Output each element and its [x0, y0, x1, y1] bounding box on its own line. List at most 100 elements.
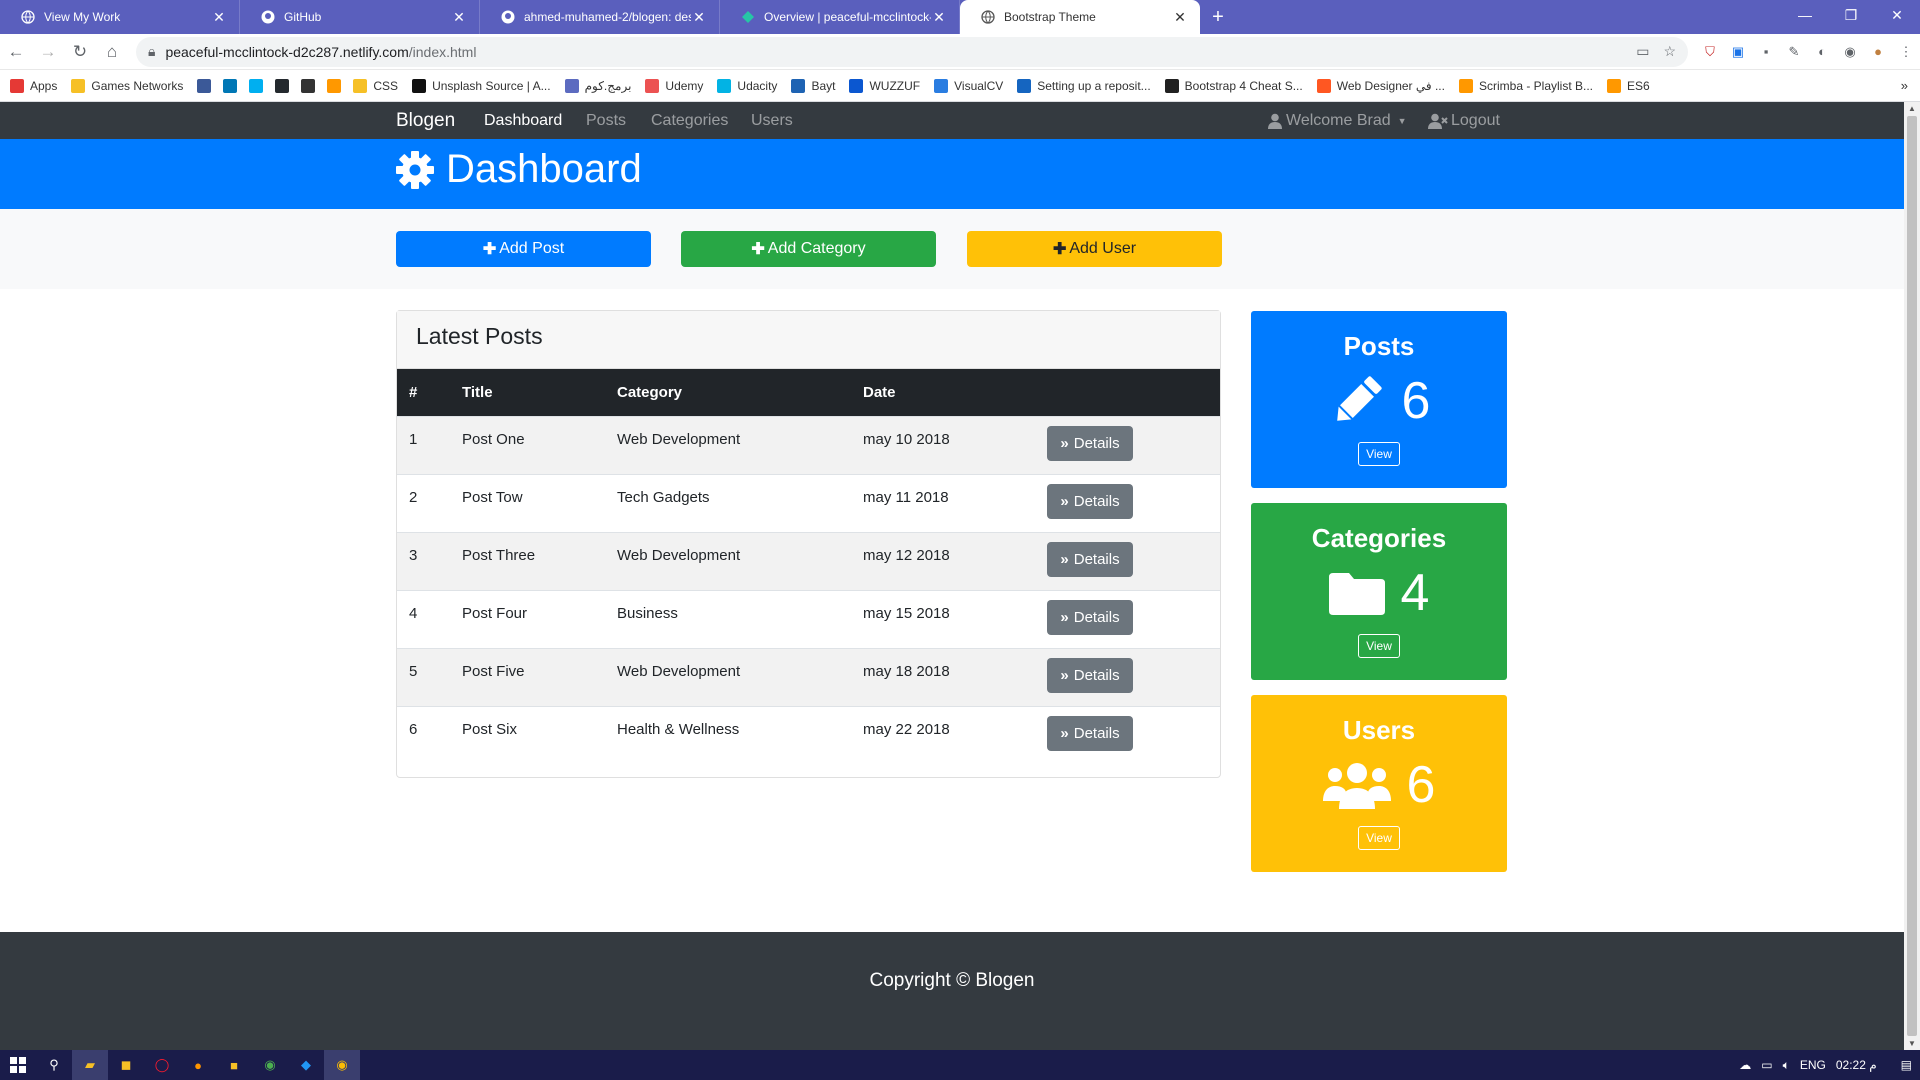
- address-bar[interactable]: 🔒︎ peaceful-mcclintock-d2c287.netlify.co…: [136, 36, 1688, 67]
- close-tab-icon[interactable]: ✕: [211, 9, 227, 26]
- add-category-button[interactable]: ✚ Add Category: [681, 231, 936, 267]
- close-tab-icon[interactable]: ✕: [1172, 9, 1188, 26]
- details-button[interactable]: » Details: [1047, 715, 1133, 751]
- post-number: 5: [397, 647, 462, 706]
- nav-link-categories[interactable]: Categories: [651, 112, 728, 130]
- bookmark-item[interactable]: برمج.كوم: [564, 78, 631, 93]
- bookmark-item[interactable]: Bootstrap 4 Cheat S...: [1164, 78, 1303, 93]
- sticky-notes-icon[interactable]: ◼: [108, 1050, 144, 1080]
- browser-tab-active[interactable]: Bootstrap Theme ✕: [960, 0, 1200, 34]
- scroll-up-icon[interactable]: ▲: [1908, 104, 1916, 113]
- details-button[interactable]: » Details: [1047, 541, 1133, 577]
- bookmark-item[interactable]: Apps: [10, 78, 57, 93]
- browser-tab[interactable]: ahmed-muhamed-2/blogen: des ✕: [480, 0, 720, 34]
- eyedropper-icon[interactable]: ✎: [1780, 38, 1808, 66]
- logout-link[interactable]: Logout: [1428, 112, 1500, 130]
- scrollbar-thumb[interactable]: [1907, 116, 1917, 1036]
- windows-start-icon[interactable]: [0, 1050, 36, 1080]
- file-explorer-icon[interactable]: ▰: [72, 1050, 108, 1080]
- bookmark-item[interactable]: Udacity: [717, 78, 777, 93]
- bookmark-icon: [1607, 78, 1622, 93]
- back-icon[interactable]: ←: [0, 36, 32, 68]
- forward-icon[interactable]: →: [32, 36, 64, 68]
- nav-link-posts[interactable]: Posts: [586, 112, 626, 130]
- bookmark-item[interactable]: Bayt: [791, 78, 835, 93]
- bookmark-item[interactable]: [197, 78, 217, 93]
- bookmark-item[interactable]: [249, 78, 269, 93]
- nav-link-dashboard[interactable]: Dashboard: [484, 112, 562, 130]
- volume-icon[interactable]: 🔈︎: [1783, 1058, 1790, 1073]
- ublock-icon[interactable]: ⛉: [1696, 38, 1724, 66]
- navbar-brand[interactable]: Blogen: [396, 110, 455, 132]
- details-button[interactable]: » Details: [1047, 599, 1133, 635]
- close-window-icon[interactable]: ✕: [1874, 0, 1920, 30]
- add-post-label: Add Post: [499, 240, 565, 257]
- home-icon[interactable]: ⌂: [96, 36, 128, 68]
- add-post-button[interactable]: ✚ Add Post: [396, 231, 651, 267]
- post-title: Post Five: [462, 647, 617, 706]
- details-button[interactable]: » Details: [1047, 483, 1133, 519]
- browser-tab[interactable]: Overview | peaceful-mcclintock-d ✕: [720, 0, 960, 34]
- posts-table: # Title Category Date 1 Post One Web Devel…: [397, 369, 1220, 764]
- post-actions-cell: » Details: [1047, 705, 1220, 764]
- cloud-icon[interactable]: ☁: [1739, 1058, 1751, 1072]
- search-icon[interactable]: ⚲: [36, 1050, 72, 1080]
- page-viewport: Blogen Dashboard Posts Categories Users …: [0, 102, 1904, 1050]
- bookmark-item[interactable]: [327, 78, 347, 93]
- menu-icon[interactable]: ⋮: [1892, 38, 1920, 66]
- nav-link-users[interactable]: Users: [751, 112, 793, 130]
- extension-icon[interactable]: ▪: [1752, 38, 1780, 66]
- bookmark-item[interactable]: [275, 78, 295, 93]
- browser-tab[interactable]: View My Work ✕: [0, 0, 240, 34]
- bookmark-icon: [1458, 78, 1473, 93]
- network-icon[interactable]: ▭: [1761, 1058, 1772, 1072]
- browser-tab[interactable]: GitHub ✕: [240, 0, 480, 34]
- close-tab-icon[interactable]: ✕: [931, 9, 947, 26]
- bookmark-icon: [71, 78, 86, 93]
- bookmark-item[interactable]: Scrimba - Playlist B...: [1458, 78, 1593, 93]
- minimize-icon[interactable]: —: [1782, 0, 1828, 30]
- avatar[interactable]: ●: [1864, 38, 1892, 66]
- vscode-icon[interactable]: ◆: [288, 1050, 324, 1080]
- bookmark-item[interactable]: Web Designer في ...: [1316, 78, 1445, 93]
- notes-icon[interactable]: ■: [216, 1050, 252, 1080]
- bookmark-item[interactable]: WUZZUF: [849, 78, 920, 93]
- language-indicator[interactable]: ENG: [1800, 1058, 1826, 1072]
- scroll-down-icon[interactable]: ▼: [1908, 1039, 1916, 1048]
- view-categories-button[interactable]: View: [1358, 634, 1400, 658]
- bookmark-item[interactable]: Unsplash Source | A...: [412, 78, 551, 93]
- bookmark-star-icon[interactable]: ☆: [1663, 43, 1676, 60]
- translate-icon[interactable]: ▣: [1724, 38, 1752, 66]
- bookmark-item[interactable]: [301, 78, 321, 93]
- view-posts-button[interactable]: View: [1358, 442, 1400, 466]
- new-tab-button[interactable]: +: [1200, 0, 1236, 34]
- bookmark-item[interactable]: Udemy: [645, 78, 703, 93]
- welcome-dropdown[interactable]: Welcome Brad ▼: [1268, 112, 1407, 130]
- bookmark-item[interactable]: CSS: [353, 78, 398, 93]
- bookmark-item[interactable]: ES6: [1607, 78, 1650, 93]
- details-button[interactable]: » Details: [1047, 425, 1133, 461]
- notifications-icon[interactable]: ▤: [1901, 1058, 1912, 1072]
- bookmark-item[interactable]: [223, 78, 243, 93]
- page-scrollbar[interactable]: ▲ ▼: [1904, 102, 1920, 1050]
- more-bookmarks-icon[interactable]: »: [1901, 78, 1908, 93]
- restore-icon[interactable]: ❐: [1828, 0, 1874, 30]
- close-tab-icon[interactable]: ✕: [451, 9, 467, 26]
- dark-mode-icon[interactable]: ◐: [1808, 38, 1836, 66]
- close-tab-icon[interactable]: ✕: [691, 9, 707, 26]
- details-button[interactable]: » Details: [1047, 657, 1133, 693]
- copyright-text: Copyright © Blogen: [869, 970, 1035, 991]
- chrome-active-icon[interactable]: ◉: [324, 1050, 360, 1080]
- chrome-icon[interactable]: ◉: [252, 1050, 288, 1080]
- opera-icon[interactable]: ◯: [144, 1050, 180, 1080]
- firefox-icon[interactable]: ●: [180, 1050, 216, 1080]
- clock[interactable]: 02:22 م: [1836, 1058, 1877, 1072]
- view-users-button[interactable]: View: [1358, 826, 1400, 850]
- add-user-button[interactable]: ✚ Add User: [967, 231, 1222, 267]
- cast-icon[interactable]: ▭: [1636, 43, 1649, 60]
- reload-icon[interactable]: ↻: [64, 36, 96, 68]
- bookmark-item[interactable]: Setting up a reposit...: [1017, 78, 1151, 93]
- bookmark-item[interactable]: VisualCV: [934, 78, 1003, 93]
- bookmark-item[interactable]: Games Networks: [71, 78, 183, 93]
- extension-icon[interactable]: ◉: [1836, 38, 1864, 66]
